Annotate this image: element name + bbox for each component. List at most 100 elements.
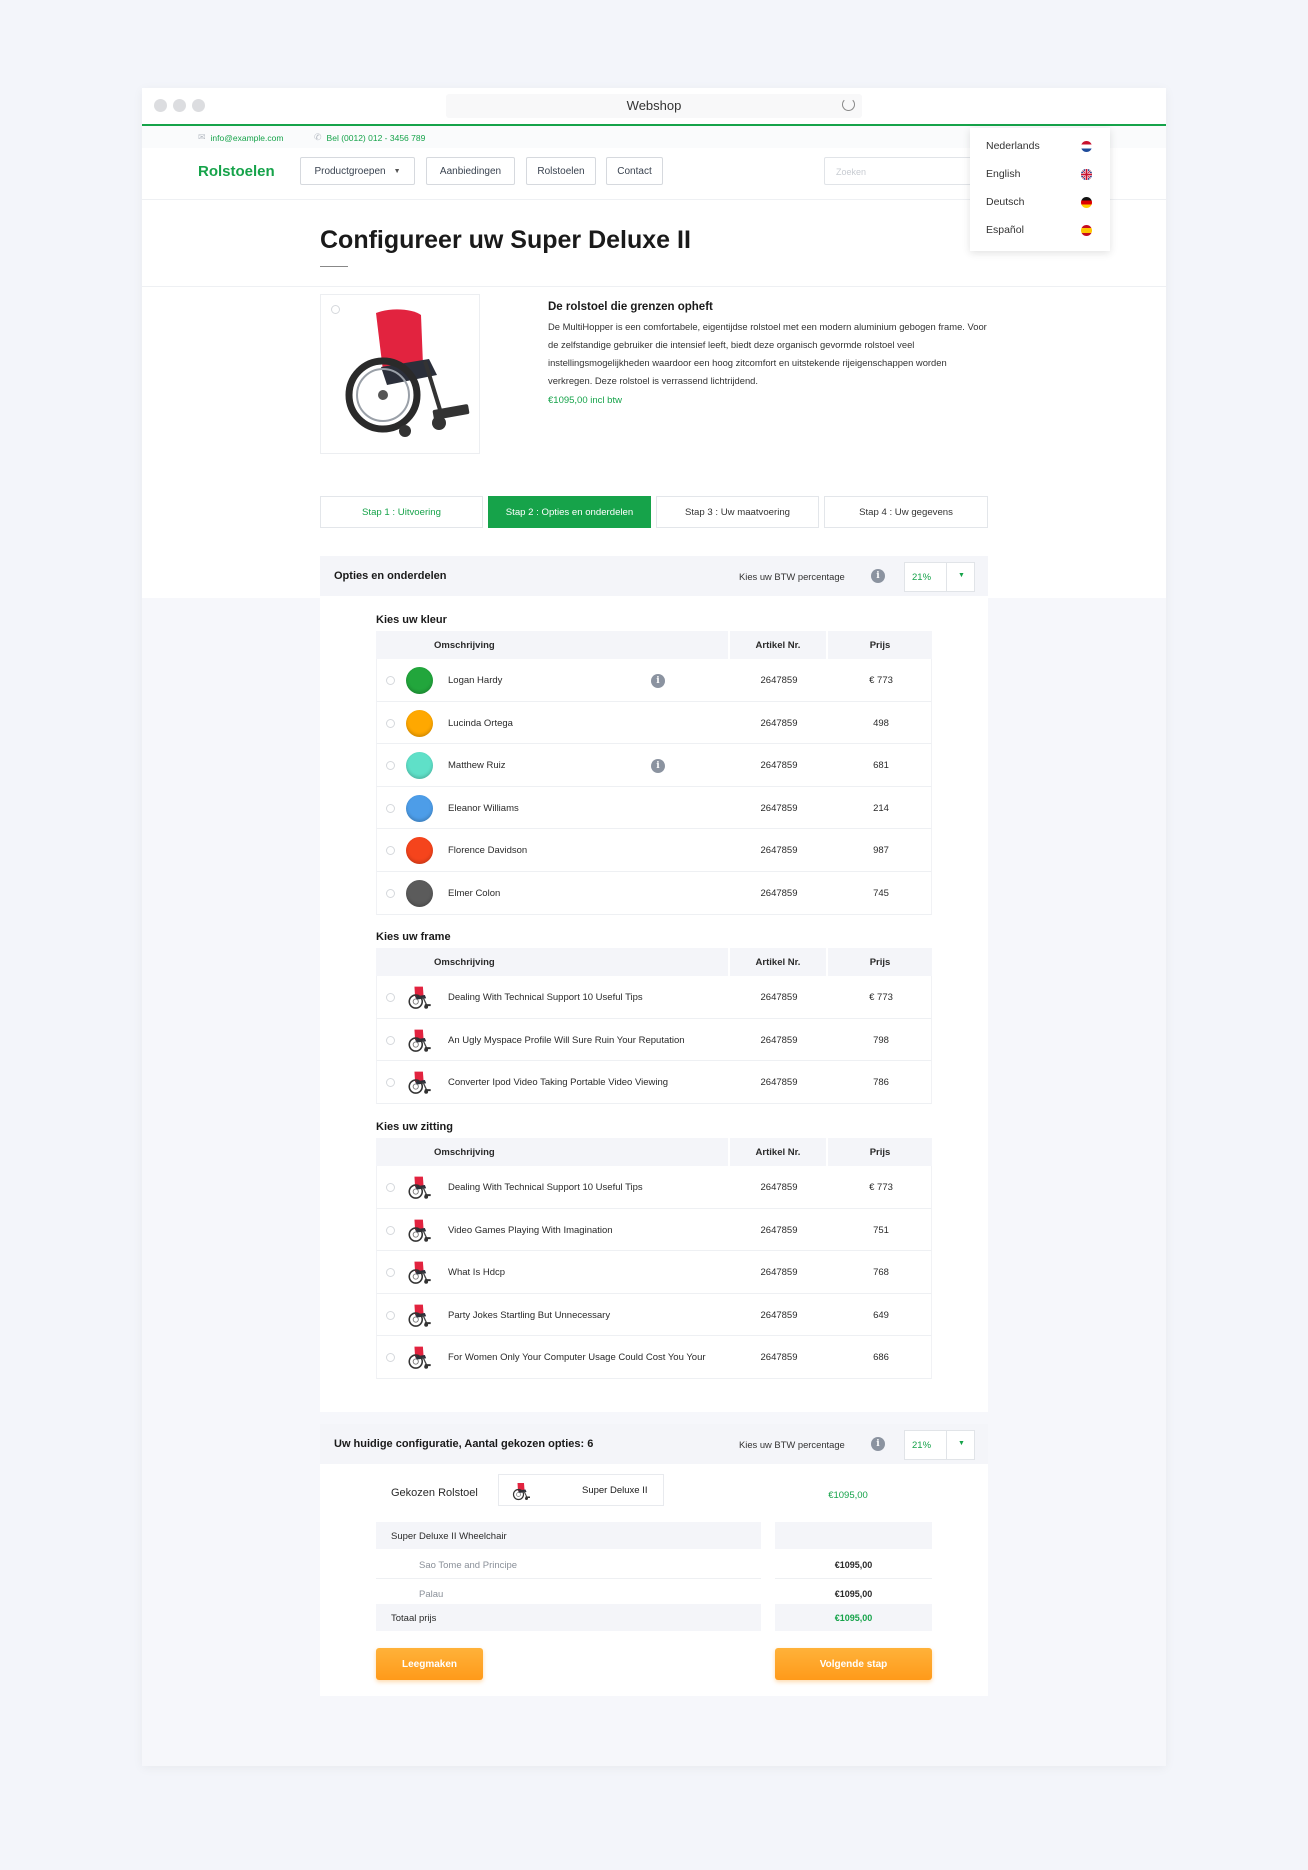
table-row[interactable]: For Women Only Your Computer Usage Could…: [376, 1336, 932, 1379]
browser-window: Webshop ✉ info@example.com ✆ Bel (0012) …: [142, 88, 1166, 1766]
option-radio[interactable]: [386, 718, 395, 728]
btw-select[interactable]: 21% ▼: [904, 562, 975, 592]
nav-productgroepen[interactable]: Productgroepen ▼: [300, 157, 415, 185]
nav-contact[interactable]: Contact: [606, 157, 663, 185]
option-radio[interactable]: [386, 803, 395, 813]
col-description: Omschrijving: [434, 957, 495, 968]
option-radio[interactable]: [386, 889, 395, 898]
option-name: Video Games Playing With Imagination: [448, 1224, 613, 1236]
option-radio[interactable]: [386, 1353, 395, 1363]
col-article: Artikel Nr.: [728, 631, 828, 659]
language-option-nl[interactable]: Nederlands: [970, 132, 1110, 160]
table-row[interactable]: Logan Hardy i 2647859 € 773: [376, 659, 932, 702]
tab-step-1[interactable]: Stap 1 : Uitvoering: [320, 496, 483, 528]
color-swatch: [406, 794, 433, 822]
table-row[interactable]: Party Jokes Startling But Unnecessary 264…: [376, 1293, 932, 1337]
options-panel-title: Opties en onderdelen: [334, 570, 447, 582]
btw-select[interactable]: 21% ▼: [904, 1430, 975, 1460]
option-price: € 773: [869, 1182, 893, 1193]
tab-step-2[interactable]: Stap 2 : Opties en onderdelen: [488, 496, 651, 528]
page-title: Configureer uw Super Deluxe II: [320, 226, 691, 254]
table-row[interactable]: Lucinda Ortega 2647859 498: [376, 701, 932, 745]
language-option-de[interactable]: Deutsch: [970, 188, 1110, 216]
option-name: Logan Hardy: [448, 675, 503, 686]
option-price: 768: [873, 1267, 889, 1279]
config-panel-title: Uw huidige configuratie, Aantal gekozen …: [334, 1438, 594, 1450]
table-row[interactable]: Florence Davidson 2647859 987: [376, 829, 932, 872]
article-number: 2647859: [760, 1224, 798, 1236]
product-radio[interactable]: [331, 305, 340, 314]
option-price: 745: [873, 888, 889, 899]
article-number: 2647859: [760, 1034, 798, 1046]
option-name: Eleanor Williams: [448, 802, 519, 814]
seat-section-title: Kies uw zitting: [376, 1121, 453, 1133]
language-label: Español: [986, 224, 1024, 236]
phone-text: Bel (0012) 012 - 3456 789: [326, 132, 426, 143]
divider: [376, 1578, 761, 1579]
language-option-es[interactable]: Español: [970, 216, 1110, 244]
table-row[interactable]: Converter Ipod Video Taking Portable Vid…: [376, 1061, 932, 1104]
table-row[interactable]: Dealing With Technical Support 10 Useful…: [376, 1166, 932, 1209]
nav-aanbiedingen[interactable]: Aanbiedingen: [426, 157, 515, 185]
table-header: Omschrijving Artikel Nr. Prijs: [376, 631, 932, 659]
option-radio[interactable]: [386, 1310, 395, 1320]
reload-icon[interactable]: [842, 98, 855, 111]
wheelchair-thumb: [511, 1481, 531, 1501]
product-image[interactable]: [320, 294, 480, 454]
browser-titlebar: Webshop: [142, 88, 1166, 124]
table-row[interactable]: Elmer Colon 2647859 745: [376, 872, 932, 915]
table-row[interactable]: Dealing With Technical Support 10 Useful…: [376, 976, 932, 1019]
info-icon[interactable]: i: [871, 1437, 885, 1451]
table-row[interactable]: An Ugly Myspace Profile Will Sure Ruin Y…: [376, 1018, 932, 1062]
table-row[interactable]: Video Games Playing With Imagination 2647…: [376, 1208, 932, 1252]
option-radio[interactable]: [386, 1268, 395, 1278]
language-option-en[interactable]: English: [970, 160, 1110, 188]
table-row[interactable]: Matthew Ruiz i 2647859 681: [376, 744, 932, 787]
option-radio[interactable]: [386, 676, 395, 685]
article-number: 2647859: [760, 717, 798, 729]
info-icon[interactable]: i: [651, 759, 665, 774]
option-name: Elmer Colon: [448, 888, 501, 899]
select-divider: [946, 1431, 947, 1459]
clear-button[interactable]: Leegmaken: [376, 1648, 483, 1680]
chosen-wheelchair[interactable]: Super Deluxe II: [498, 1474, 664, 1506]
nav-rolstoelen[interactable]: Rolstoelen: [526, 157, 596, 185]
option-radio[interactable]: [386, 1078, 395, 1088]
option-radio[interactable]: [386, 1183, 395, 1192]
btw-label: Kies uw BTW percentage: [739, 1439, 845, 1450]
option-radio[interactable]: [386, 1225, 395, 1235]
option-radio[interactable]: [386, 993, 395, 1002]
config-line-price: €1095,00: [834, 1560, 873, 1570]
search-input[interactable]: Zoeken: [824, 157, 974, 185]
phone-contact[interactable]: ✆ Bel (0012) 012 - 3456 789: [314, 132, 425, 143]
frame-table: Omschrijving Artikel Nr. Prijs Dealing W…: [376, 948, 932, 1105]
table-row[interactable]: What Is Hdcp 2647859 768: [376, 1251, 932, 1294]
color-swatch: [406, 752, 433, 780]
site-logo[interactable]: Rolstoelen: [198, 163, 275, 180]
frame-section-title: Kies uw frame: [376, 931, 451, 943]
config-line-price: €1095,00: [834, 1589, 873, 1599]
email-contact[interactable]: ✉ info@example.com: [198, 132, 283, 143]
option-radio[interactable]: [386, 846, 395, 856]
title-underline: [320, 266, 348, 267]
tab-step-4[interactable]: Stap 4 : Uw gegevens: [824, 496, 988, 528]
wheelchair-image: [345, 309, 470, 437]
config-line-name: Sao Tome and Principe: [419, 1560, 518, 1571]
next-step-button[interactable]: Volgende stap: [775, 1648, 932, 1680]
info-icon[interactable]: i: [871, 569, 885, 583]
col-description: Omschrijving: [434, 640, 495, 651]
es-flag-icon: [1081, 225, 1092, 236]
info-icon[interactable]: i: [651, 674, 665, 688]
total-price: €1095,00: [834, 1613, 873, 1623]
table-row[interactable]: Eleanor Williams 2647859 214: [376, 786, 932, 830]
option-price: 798: [873, 1034, 889, 1046]
color-swatch: [406, 880, 433, 907]
tab-step-3[interactable]: Stap 3 : Uw maatvoering: [656, 496, 819, 528]
group-row-bg: [775, 1522, 932, 1549]
email-text: info@example.com: [210, 132, 284, 143]
language-label: Deutsch: [986, 196, 1025, 208]
option-radio[interactable]: [386, 1035, 395, 1045]
option-radio[interactable]: [386, 761, 395, 771]
chevron-down-icon: ▼: [958, 1440, 965, 1447]
wheelchair-thumb: [406, 1174, 432, 1200]
